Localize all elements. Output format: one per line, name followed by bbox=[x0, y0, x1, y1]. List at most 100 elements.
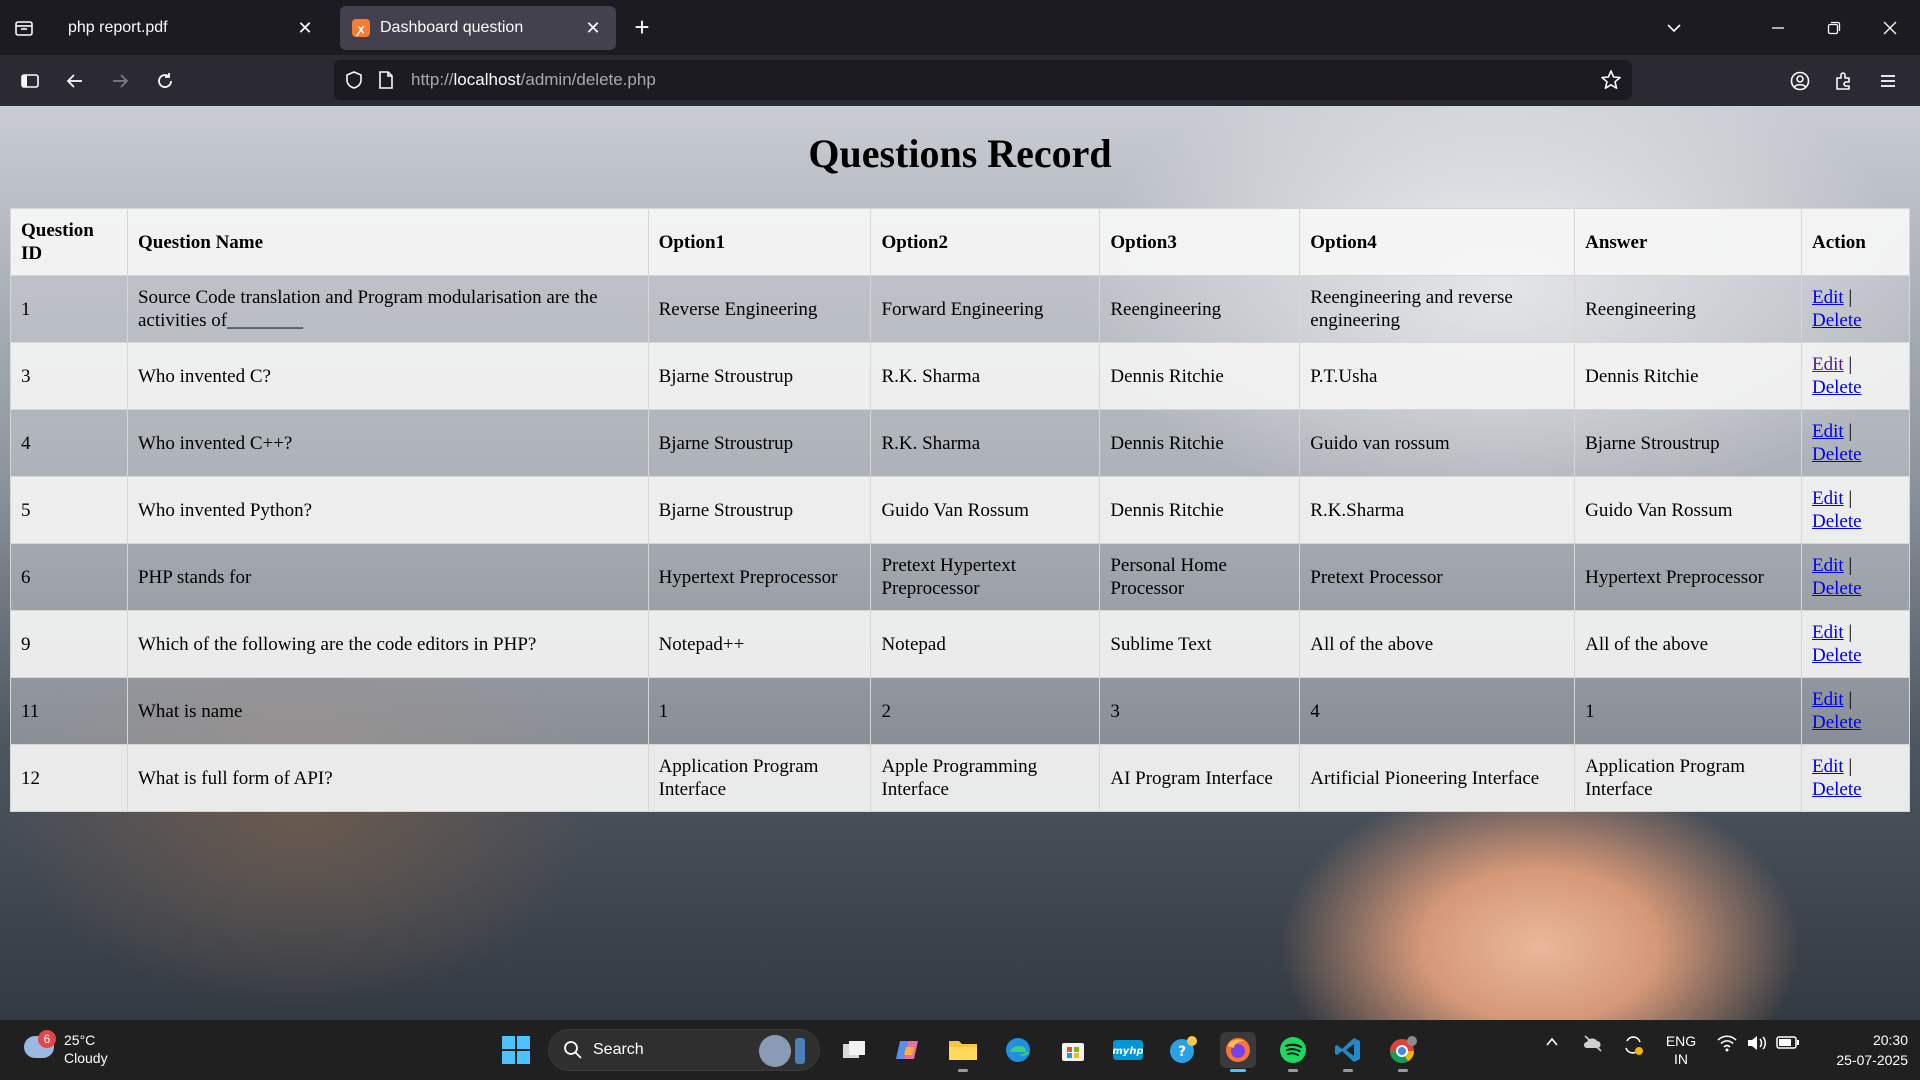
question-id-cell: 4 bbox=[10, 409, 128, 477]
taskbar-search[interactable]: Search bbox=[548, 1029, 820, 1071]
edit-link[interactable]: Edit bbox=[1812, 555, 1844, 576]
volume-icon[interactable] bbox=[1746, 1034, 1768, 1057]
url-host: localhost bbox=[453, 70, 521, 89]
hp-support-icon[interactable]: ? bbox=[1165, 1032, 1201, 1068]
table-row: 1 Source Code translation and Program mo… bbox=[10, 275, 1910, 343]
delete-link[interactable]: Delete bbox=[1812, 712, 1862, 733]
option2-cell: Notepad bbox=[870, 610, 1101, 678]
tracking-protection-shield-icon[interactable] bbox=[344, 70, 364, 95]
edit-link[interactable]: Edit bbox=[1812, 488, 1844, 509]
vscode-icon[interactable] bbox=[1330, 1032, 1366, 1072]
list-all-tabs-icon[interactable] bbox=[1658, 12, 1690, 44]
option3-cell: Dennis Ritchie bbox=[1099, 409, 1301, 477]
myhp-icon[interactable]: myhp bbox=[1110, 1032, 1146, 1068]
chrome-icon[interactable] bbox=[1385, 1032, 1421, 1072]
tab-title: php report.pdf bbox=[68, 19, 168, 36]
option3-cell: Dennis Ritchie bbox=[1099, 476, 1301, 544]
answer-cell: Hypertext Preprocessor bbox=[1574, 543, 1802, 611]
table-row: 5 Who invented Python? Bjarne Stroustrup… bbox=[10, 476, 1910, 544]
tab-php-report[interactable]: php report.pdf ✕ bbox=[56, 6, 328, 50]
show-hidden-icons-chevron-icon[interactable] bbox=[1544, 1034, 1560, 1055]
sidebar-toggle-icon[interactable] bbox=[14, 65, 46, 97]
start-button[interactable] bbox=[502, 1036, 530, 1064]
option2-cell: R.K. Sharma bbox=[870, 342, 1101, 410]
table-row: 12 What is full form of API? Application… bbox=[10, 744, 1910, 812]
delete-link[interactable]: Delete bbox=[1812, 511, 1862, 532]
option3-cell: Sublime Text bbox=[1099, 610, 1301, 678]
tab-list-icon[interactable] bbox=[10, 14, 38, 42]
svg-text:?: ? bbox=[1178, 1044, 1186, 1060]
spotify-icon[interactable] bbox=[1275, 1032, 1311, 1072]
close-window-button[interactable] bbox=[1874, 12, 1906, 44]
table-row: 3 Who invented C? Bjarne Stroustrup R.K.… bbox=[10, 342, 1910, 410]
page-info-icon[interactable] bbox=[377, 70, 395, 95]
system-clock[interactable]: 20:30 25-07-2025 bbox=[1808, 1030, 1908, 1070]
store-icon[interactable] bbox=[1055, 1032, 1091, 1068]
close-tab-icon[interactable]: ✕ bbox=[582, 17, 604, 39]
input-language-indicator[interactable]: ENG IN bbox=[1664, 1032, 1698, 1068]
edit-link[interactable]: Edit bbox=[1812, 689, 1844, 710]
column-header: Action bbox=[1801, 208, 1910, 276]
edit-link[interactable]: Edit bbox=[1812, 354, 1844, 375]
search-highlight-icon bbox=[759, 1035, 791, 1067]
option4-cell: 4 bbox=[1299, 677, 1576, 745]
edit-link[interactable]: Edit bbox=[1812, 622, 1844, 643]
running-indicator bbox=[1288, 1069, 1298, 1072]
copilot-icon[interactable] bbox=[890, 1032, 926, 1068]
table-row: 4 Who invented C++? Bjarne Stroustrup R.… bbox=[10, 409, 1910, 477]
battery-icon[interactable] bbox=[1776, 1034, 1800, 1055]
action-cell: Edit | Delete bbox=[1801, 275, 1910, 343]
delete-link[interactable]: Delete bbox=[1812, 377, 1862, 398]
question-name-cell: PHP stands for bbox=[126, 543, 649, 611]
weather-widget[interactable]: 6 25°C Cloudy bbox=[20, 1030, 140, 1070]
action-separator: | bbox=[1848, 287, 1853, 308]
browser-tab-strip: php report.pdf ✕ ꭗ Dashboard question ✕ … bbox=[0, 0, 1920, 55]
edit-link[interactable]: Edit bbox=[1812, 756, 1844, 777]
back-icon[interactable] bbox=[59, 65, 91, 97]
account-icon[interactable] bbox=[1784, 65, 1816, 97]
option3-cell: Personal Home Processor bbox=[1099, 543, 1301, 611]
bookmark-star-icon[interactable] bbox=[1600, 69, 1622, 96]
questions-table: Question ID Question Name Option1 Option… bbox=[10, 208, 1910, 812]
edit-link[interactable]: Edit bbox=[1812, 287, 1844, 308]
delete-link[interactable]: Delete bbox=[1812, 310, 1862, 331]
firefox-icon[interactable] bbox=[1220, 1032, 1256, 1072]
action-separator: | bbox=[1848, 622, 1853, 643]
url-text[interactable]: http://localhost/admin/delete.php bbox=[411, 70, 656, 90]
tab-dashboard-question[interactable]: ꭗ Dashboard question ✕ bbox=[340, 6, 616, 50]
running-indicator bbox=[958, 1069, 968, 1072]
question-name-cell: Source Code translation and Program modu… bbox=[126, 275, 649, 343]
option4-cell: R.K.Sharma bbox=[1299, 476, 1576, 544]
clock-time: 20:30 bbox=[1872, 1032, 1908, 1048]
new-tab-button[interactable]: + bbox=[628, 14, 656, 42]
question-name-cell: What is full form of API? bbox=[126, 744, 649, 812]
windows-logo-icon bbox=[517, 1051, 530, 1064]
reload-icon[interactable] bbox=[149, 65, 181, 97]
menu-icon[interactable] bbox=[1872, 65, 1904, 97]
delete-link[interactable]: Delete bbox=[1812, 444, 1862, 465]
edge-icon[interactable] bbox=[1000, 1032, 1036, 1068]
file-explorer-icon[interactable] bbox=[945, 1032, 981, 1072]
edit-link[interactable]: Edit bbox=[1812, 421, 1844, 442]
task-view-icon[interactable] bbox=[836, 1032, 872, 1068]
close-tab-icon[interactable]: ✕ bbox=[294, 17, 316, 39]
extensions-icon[interactable] bbox=[1828, 65, 1860, 97]
delete-link[interactable]: Delete bbox=[1812, 578, 1862, 599]
url-path: /admin/delete.php bbox=[520, 70, 656, 89]
wifi-icon[interactable] bbox=[1716, 1034, 1738, 1057]
minimize-button[interactable] bbox=[1762, 12, 1794, 44]
delete-link[interactable]: Delete bbox=[1812, 645, 1862, 666]
table-row: 6 PHP stands for Hypertext Preprocessor … bbox=[10, 543, 1910, 611]
windows-logo-icon bbox=[502, 1036, 515, 1049]
option1-cell: Application Program Interface bbox=[647, 744, 872, 812]
forward-icon[interactable] bbox=[104, 65, 136, 97]
delete-link[interactable]: Delete bbox=[1812, 779, 1862, 800]
address-bar[interactable]: http://localhost/admin/delete.php bbox=[334, 60, 1632, 100]
option2-cell: Guido Van Rossum bbox=[870, 476, 1101, 544]
onedrive-offline-icon[interactable] bbox=[1582, 1034, 1604, 1057]
option1-cell: Bjarne Stroustrup bbox=[647, 342, 872, 410]
sync-icon[interactable] bbox=[1622, 1034, 1644, 1061]
question-id-cell: 3 bbox=[10, 342, 128, 410]
running-indicator bbox=[1230, 1069, 1246, 1072]
restore-button[interactable] bbox=[1818, 12, 1850, 44]
